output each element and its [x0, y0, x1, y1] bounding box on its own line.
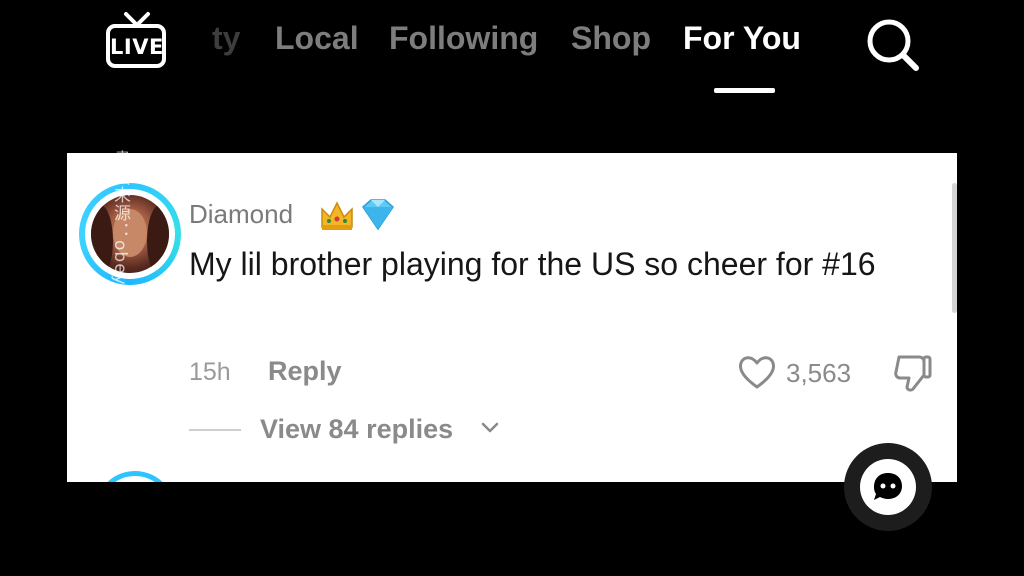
- heart-icon[interactable]: [737, 353, 777, 391]
- comment-time: 15h: [189, 358, 231, 386]
- diamond-icon: [362, 199, 394, 231]
- tab-shop[interactable]: Shop: [571, 20, 651, 57]
- scrollbar[interactable]: [952, 183, 957, 313]
- crown-icon: [321, 201, 353, 230]
- live-button[interactable]: LIVE: [104, 10, 172, 74]
- user-badges: [321, 199, 394, 231]
- search-icon: [867, 19, 919, 71]
- tab-following[interactable]: Following: [389, 20, 538, 57]
- like-count: 3,563: [786, 358, 852, 388]
- live-label: LIVE: [106, 24, 166, 68]
- comment-text: My lil brother playing for the US so che…: [189, 246, 876, 282]
- tab-partial[interactable]: ty: [212, 20, 240, 57]
- thumbs-down-icon[interactable]: [891, 353, 933, 393]
- search-button[interactable]: [862, 14, 922, 74]
- fab-inner: [860, 459, 916, 515]
- top-navigation: LIVE ty Local Following Shop For You: [0, 0, 1024, 100]
- source-watermark: 書面來源：obey_jordaed_16: [110, 150, 130, 400]
- view-replies-button[interactable]: View 84 replies: [260, 414, 453, 445]
- tab-local[interactable]: Local: [275, 20, 359, 57]
- chevron-down-icon[interactable]: [480, 421, 500, 435]
- active-tab-indicator: [714, 88, 775, 93]
- tab-for-you[interactable]: For You: [683, 20, 801, 57]
- avatar-hair: [147, 205, 169, 273]
- reply-button[interactable]: Reply: [268, 356, 342, 387]
- comment-fab-button[interactable]: [844, 443, 932, 531]
- comment-card: Diamond My lil brother playing for the U…: [67, 153, 957, 482]
- comment-username[interactable]: Diamond: [189, 199, 293, 230]
- chat-bubble-icon: [874, 473, 902, 500]
- replies-divider: [189, 429, 241, 431]
- next-comment-avatar[interactable]: [95, 471, 175, 482]
